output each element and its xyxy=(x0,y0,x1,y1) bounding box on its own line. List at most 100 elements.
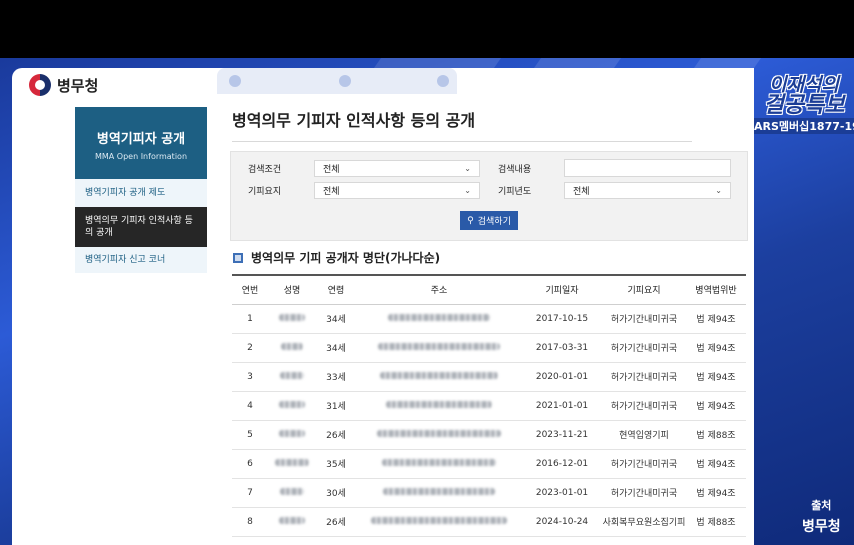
row-law: 법 제94조 xyxy=(686,391,746,421)
row-date: 2023-01-01 xyxy=(522,478,602,508)
row-age: 34세 xyxy=(316,304,356,334)
chevron-down-icon: ⌄ xyxy=(464,186,471,195)
top-black-band xyxy=(0,0,854,58)
row-age: 30세 xyxy=(316,478,356,508)
chevron-down-icon: ⌄ xyxy=(464,164,471,173)
sidebar-subtitle: MMA Open Information xyxy=(94,152,188,161)
blurred-address xyxy=(356,333,522,363)
row-reason: 허가기간내미귀국 xyxy=(602,391,686,421)
column-header: 기피일자 xyxy=(522,274,602,305)
brand-ars-prefix: ARS멤버십 xyxy=(754,120,810,133)
row-number: 7 xyxy=(232,478,268,508)
table-row: 3 33세 2020-01-01 허가기간내미귀국 법 제94조 xyxy=(232,362,746,392)
column-header: 연령 xyxy=(316,274,356,305)
row-date: 2016-12-01 xyxy=(522,449,602,479)
sidebar-title: 병역기피자 공개 xyxy=(96,132,186,147)
row-law: 법 제94조 xyxy=(686,362,746,392)
search-keyword-input[interactable] xyxy=(564,159,731,177)
evasion-type-select[interactable]: 전체 ⌄ xyxy=(314,182,480,199)
table-row: 6 35세 2016-12-01 허가기간내미귀국 법 제94조 xyxy=(232,449,746,479)
page-title: 병역의무 기피자 인적사항 등의 공개 xyxy=(232,111,476,130)
row-date: 2024-10-24 xyxy=(522,507,602,537)
search-condition-select[interactable]: 전체 ⌄ xyxy=(314,160,480,177)
source-credit: 출처 병무청 xyxy=(802,497,841,536)
list-section-title: 병역의무 기피 공개자 명단(가나다순) xyxy=(233,249,440,266)
source-label: 출처 xyxy=(811,499,832,512)
row-law: 법 제88조 xyxy=(686,507,746,537)
sidebar-item-personal-info[interactable]: 병역의무 기피자 인적사항 등의 공개 xyxy=(75,207,207,247)
search-button[interactable]: ⚲ 검색하기 xyxy=(460,211,518,230)
sidebar-item-report-corner[interactable]: 병역기피자 신고 코너 xyxy=(75,247,207,273)
row-law: 법 제94조 xyxy=(686,478,746,508)
search-keyword-label: 검색내용 xyxy=(498,165,532,175)
chevron-down-icon: ⌄ xyxy=(715,186,722,195)
table-header-row: 연번 성명 연령 주소 기피일자 기피요지 병역법위반 xyxy=(232,274,746,305)
row-date: 2023-11-21 xyxy=(522,420,602,450)
blurred-name xyxy=(268,304,316,334)
brand-line-1: 이재석의 xyxy=(769,74,839,96)
org-name: 병무청 xyxy=(57,76,99,95)
row-reason: 허가기간내미귀국 xyxy=(602,478,686,508)
column-header: 병역법위반 xyxy=(686,274,746,305)
row-reason: 허가기간내미귀국 xyxy=(602,362,686,392)
search-condition-label: 검색조건 xyxy=(248,165,282,175)
row-age: 35세 xyxy=(316,449,356,479)
sidebar-header: 병역기피자 공개 MMA Open Information xyxy=(75,107,207,179)
tab-dot xyxy=(437,75,449,87)
row-date: 2017-03-31 xyxy=(522,333,602,363)
org-logo[interactable]: 병무청 xyxy=(29,74,98,96)
blurred-name xyxy=(268,449,316,479)
column-header: 기피요지 xyxy=(602,274,686,305)
row-reason: 허가기간내미귀국 xyxy=(602,304,686,334)
evader-table: 연번 성명 연령 주소 기피일자 기피요지 병역법위반 1 34세 2017-1… xyxy=(232,274,746,537)
table-row: 7 30세 2023-01-01 허가기간내미귀국 법 제94조 xyxy=(232,478,746,508)
row-age: 34세 xyxy=(316,333,356,363)
blurred-name xyxy=(268,478,316,508)
sidebar-item-open-system[interactable]: 병역기피자 공개 제도 xyxy=(75,179,207,207)
row-reason: 허가기간내미귀국 xyxy=(602,449,686,479)
broadcast-brand-logo: 이재석의 걸공특보 ARS멤버십1877-1907 xyxy=(754,75,854,134)
evasion-year-select[interactable]: 전체 ⌄ xyxy=(564,182,731,199)
table-row: 1 34세 2017-10-15 허가기간내미귀국 법 제94조 xyxy=(232,304,746,334)
row-date: 2020-01-01 xyxy=(522,362,602,392)
list-title: 병역의무 기피 공개자 명단(가나다순) xyxy=(251,251,441,265)
row-number: 2 xyxy=(232,333,268,363)
browser-page: 병무청 병역기피자 공개 MMA Open Information 병역기피자 … xyxy=(12,68,754,545)
browser-tab-strip xyxy=(217,68,457,94)
blurred-name xyxy=(268,362,316,392)
row-age: 33세 xyxy=(316,362,356,392)
blurred-address xyxy=(356,391,522,421)
column-header: 주소 xyxy=(356,274,522,305)
blurred-address xyxy=(356,362,522,392)
row-number: 1 xyxy=(232,304,268,334)
row-number: 6 xyxy=(232,449,268,479)
row-law: 법 제88조 xyxy=(686,420,746,450)
row-age: 26세 xyxy=(316,507,356,537)
row-law: 법 제94조 xyxy=(686,304,746,334)
row-reason: 사회복무요원소집기피 xyxy=(602,507,686,537)
evasion-year-value: 전체 xyxy=(573,187,590,197)
row-number: 4 xyxy=(232,391,268,421)
blurred-name xyxy=(268,507,316,537)
table-row: 5 26세 2023-11-21 현역입영기피 법 제88조 xyxy=(232,420,746,450)
evasion-year-label: 기피년도 xyxy=(498,187,532,197)
row-law: 법 제94조 xyxy=(686,449,746,479)
row-date: 2017-10-15 xyxy=(522,304,602,334)
square-bullet-icon xyxy=(233,252,243,263)
source-value: 병무청 xyxy=(802,519,841,535)
blurred-address xyxy=(356,478,522,508)
blurred-address xyxy=(356,507,522,537)
brand-line-2: 걸공특보 xyxy=(763,93,845,118)
row-number: 8 xyxy=(232,507,268,537)
search-condition-value: 전체 xyxy=(323,165,340,175)
search-icon: ⚲ xyxy=(467,215,474,226)
row-age: 26세 xyxy=(316,420,356,450)
tab-dot xyxy=(339,75,351,87)
blurred-name xyxy=(268,391,316,421)
brand-ars: ARS멤버십1877-1907 xyxy=(754,118,854,134)
row-date: 2021-01-01 xyxy=(522,391,602,421)
taegeuk-logo-icon xyxy=(29,74,51,96)
table-row: 2 34세 2017-03-31 허가기간내미귀국 법 제94조 xyxy=(232,333,746,363)
title-divider xyxy=(232,141,692,142)
column-header: 성명 xyxy=(268,274,316,305)
